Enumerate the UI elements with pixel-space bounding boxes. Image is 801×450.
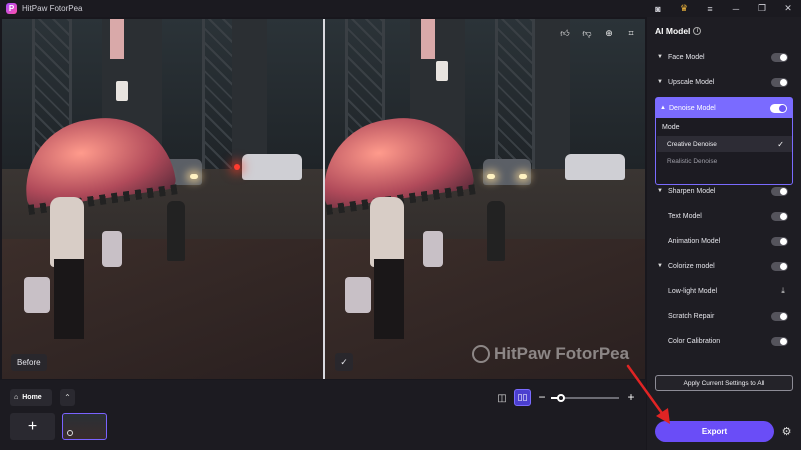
thumbs-up-icon[interactable]: 👍︎ <box>557 25 573 41</box>
model-row-text[interactable]: Text Model <box>647 205 801 227</box>
watermark-text: HitPaw FotorPea <box>494 344 630 363</box>
model-row-denoise[interactable]: ▲ Denoise Model <box>656 98 792 118</box>
single-view-icon: ◫ <box>497 392 507 404</box>
maximize-icon[interactable]: ❐ <box>749 0 775 17</box>
model-row-sharpen[interactable]: ▼ Sharpen Model <box>647 180 801 202</box>
model-label: Upscale Model <box>668 78 715 86</box>
home-label: Home <box>22 394 42 401</box>
watermark: HitPaw FotorPea <box>472 344 629 364</box>
collapse-button[interactable]: ⌃ <box>60 389 75 406</box>
preview-toolbar: 👍︎ 👎︎ ⊕ ⌗ <box>557 25 639 41</box>
model-label: Color Calibration <box>668 337 721 345</box>
color-calibration-toggle[interactable] <box>771 336 788 346</box>
chevron-up-icon: ⌃ <box>64 393 71 402</box>
apply-settings-button[interactable]: Apply Current Settings to All <box>655 375 793 391</box>
home-button[interactable]: ⌂ Home <box>10 389 52 406</box>
face-model-toggle[interactable] <box>771 52 788 62</box>
split-view-icon: ▯▯ <box>517 392 528 402</box>
after-pane <box>325 19 645 379</box>
scratch-repair-toggle[interactable] <box>771 311 788 321</box>
image-thumbnail[interactable] <box>62 413 107 440</box>
discord-icon[interactable]: ◙ <box>645 0 671 17</box>
add-image-button[interactable]: + <box>10 413 55 440</box>
panel-title: AI Model i <box>655 26 702 36</box>
model-row-colorize[interactable]: ▼ Colorize model <box>647 255 801 277</box>
model-label: Scratch Repair <box>668 312 715 320</box>
zoom-icon[interactable]: ⊕ <box>601 25 617 41</box>
colorize-model-toggle[interactable] <box>771 261 788 271</box>
chevron-down-icon[interactable]: ▼ <box>657 79 663 85</box>
app-logo-icon: P <box>6 3 17 14</box>
after-check-badge: ✓ <box>335 353 353 371</box>
text-model-toggle[interactable] <box>771 211 788 221</box>
watermark-logo-icon <box>472 345 490 363</box>
denoise-model-toggle[interactable] <box>770 103 787 113</box>
check-icon: ✓ <box>777 139 784 149</box>
zoom-in-button[interactable]: + <box>625 389 637 405</box>
model-label: Animation Model <box>668 237 721 245</box>
model-row-color-calibration[interactable]: Color Calibration <box>647 330 801 352</box>
option-realistic-denoise[interactable]: Realistic Denoise <box>657 153 792 169</box>
panel-title-text: AI Model <box>655 26 691 36</box>
info-icon[interactable]: i <box>693 27 702 35</box>
animation-model-toggle[interactable] <box>771 236 788 246</box>
before-label: Before <box>11 354 47 371</box>
before-pane <box>2 19 323 379</box>
zoom-out-button[interactable]: − <box>536 389 548 405</box>
model-label: Text Model <box>668 212 702 220</box>
thumbs-down-icon[interactable]: 👎︎ <box>579 25 595 41</box>
app-title: HitPaw FotorPea <box>22 4 83 13</box>
denoise-model-section: ▲ Denoise Model Mode Creative Denoise ✓ … <box>655 97 793 185</box>
export-button[interactable]: Export <box>655 421 774 442</box>
model-label: Face Model <box>668 53 705 61</box>
model-label: Colorize model <box>668 262 715 270</box>
sharpen-model-toggle[interactable] <box>771 186 788 196</box>
option-label: Creative Denoise <box>667 140 717 148</box>
model-label: Low-light Model <box>668 287 718 295</box>
model-row-upscale[interactable]: ▼ Upscale Model <box>647 71 801 93</box>
bottom-bar: ⌂ Home ⌃ + <box>0 380 646 450</box>
mode-label: Mode <box>662 124 680 131</box>
option-label: Realistic Denoise <box>667 157 718 165</box>
minimize-icon[interactable]: ─ <box>723 0 749 17</box>
model-label: Sharpen Model <box>668 187 716 195</box>
model-label: Denoise Model <box>669 104 716 112</box>
chevron-down-icon[interactable]: ▼ <box>657 188 663 194</box>
chevron-up-icon[interactable]: ▲ <box>660 105 666 111</box>
model-row-animation[interactable]: Animation Model <box>647 230 801 252</box>
menu-icon[interactable]: ≡ <box>697 0 723 17</box>
model-row-face[interactable]: ▼ Face Model <box>647 46 801 68</box>
chevron-down-icon[interactable]: ▼ <box>657 263 663 269</box>
model-row-low-light[interactable]: Low-light Model ⤓ <box>647 280 801 302</box>
model-row-scratch-repair[interactable]: Scratch Repair <box>647 305 801 327</box>
option-creative-denoise[interactable]: Creative Denoise ✓ <box>657 136 792 152</box>
title-bar: P HitPaw FotorPea ◙ ♛ ≡ ─ ❐ ✕ <box>0 0 801 17</box>
crown-icon[interactable]: ♛ <box>671 0 697 17</box>
single-view-button[interactable]: ◫ <box>494 390 510 406</box>
download-icon[interactable]: ⤓ <box>778 286 788 296</box>
gear-icon[interactable]: ⚙ <box>780 425 793 438</box>
image-preview[interactable]: Before ✓ 👍︎ 👎︎ ⊕ ⌗ HitPaw FotorPea <box>2 19 645 379</box>
crop-icon[interactable]: ⌗ <box>623 25 639 41</box>
home-icon: ⌂ <box>14 394 19 401</box>
close-icon[interactable]: ✕ <box>775 0 801 17</box>
upscale-model-toggle[interactable] <box>771 77 788 87</box>
thumbnail-status-icon <box>67 430 73 436</box>
ai-model-panel: AI Model i ▼ Face Model ▼ Upscale Model … <box>647 17 801 450</box>
split-view-button[interactable]: ▯▯ <box>514 389 531 406</box>
chevron-down-icon[interactable]: ▼ <box>657 54 663 60</box>
